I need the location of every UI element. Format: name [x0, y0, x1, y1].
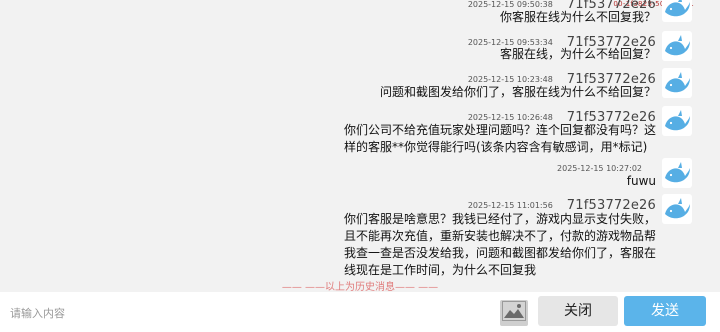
- whale-icon: [662, 68, 692, 98]
- message-time: 2025-12-15 10:27:02: [557, 164, 642, 173]
- message-text: fuwu: [626, 174, 656, 188]
- message-text: 你客服在线为什么不回复我？: [499, 10, 656, 24]
- whale-icon: [662, 106, 692, 136]
- chat-history-area[interactable]: 00-1f3825-5003-16-1 2025-12-15 09:50:38 7…: [0, 0, 720, 292]
- send-button[interactable]: 发送: [624, 296, 706, 326]
- whale-icon: [662, 0, 692, 22]
- message-time: 2025-12-15 09:50:38: [467, 0, 553, 9]
- message-text: 问题和截图发给你们了，客服在线为什么不给回复？: [379, 85, 656, 99]
- message-text: 你们客服是啥意思？我钱已经付了，游戏内显示支付失败， 且不能再次充值，重新安装也…: [343, 212, 656, 277]
- image-icon: [502, 301, 526, 325]
- image-upload-button[interactable]: [500, 300, 528, 326]
- message-text: 客服在线，为什么不给回复？: [499, 47, 656, 61]
- message-time: 2025-12-15 11:01:56: [467, 201, 553, 210]
- whale-icon: [662, 194, 692, 224]
- close-button[interactable]: 关闭: [538, 296, 618, 326]
- message-time: 2025-12-15 10:26:48: [467, 113, 553, 122]
- message-input[interactable]: [10, 298, 536, 328]
- whale-icon: [662, 31, 692, 61]
- whale-icon: [662, 158, 692, 188]
- message-text: 你们公司不给充值玩家处理问题吗？连个回复都没有吗？这 样的客服**你觉得能行吗(…: [343, 123, 656, 154]
- history-divider: —— ——以上为历史消息—— ——: [281, 282, 439, 292]
- message-time: 2025-12-15 10:23:48: [467, 75, 553, 84]
